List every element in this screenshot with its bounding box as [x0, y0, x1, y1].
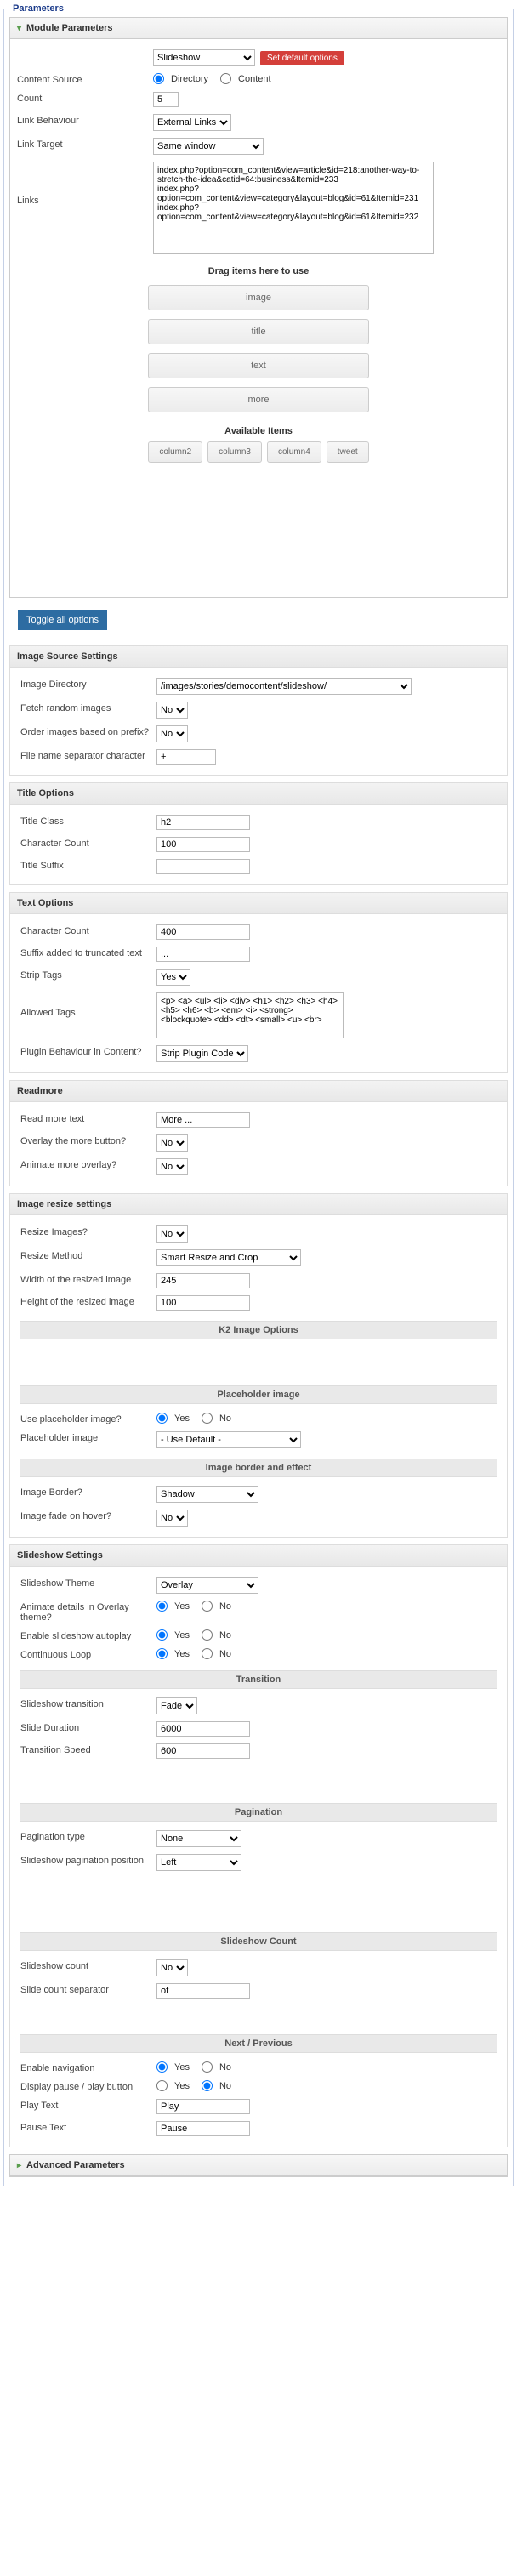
readmore-text-input[interactable]: [156, 1112, 250, 1128]
resize-height-input[interactable]: [156, 1295, 250, 1311]
plugin-behaviour-select[interactable]: Strip Plugin Code: [156, 1045, 248, 1062]
collapse-icon: ▾: [17, 24, 21, 33]
pagination-header: Pagination: [20, 1803, 497, 1822]
allowed-tags-textarea[interactable]: <p> <a> <ul> <li> <div> <h1> <h2> <h3> <…: [156, 992, 344, 1038]
avail-column4[interactable]: column4: [267, 441, 321, 463]
module-parameters-title: Module Parameters: [26, 23, 112, 33]
animate-overlay-yes-radio[interactable]: [156, 1601, 168, 1612]
slideshow-settings-header[interactable]: Slideshow Settings: [10, 1545, 507, 1567]
slideshow-settings-panel: Slideshow Settings Slideshow ThemeOverla…: [9, 1544, 508, 2147]
autoplay-yes-radio[interactable]: [156, 1629, 168, 1641]
link-target-select[interactable]: Same window: [153, 138, 264, 155]
text-char-input[interactable]: [156, 924, 250, 940]
avail-tweet[interactable]: tweet: [327, 441, 369, 463]
text-suffix-input[interactable]: [156, 947, 250, 962]
module-type-select[interactable]: Slideshow: [153, 49, 255, 66]
loop-no-radio[interactable]: [202, 1648, 213, 1659]
advanced-parameters-panel: ▸ Advanced Parameters: [9, 2154, 508, 2177]
pp-yes-radio[interactable]: [156, 2080, 168, 2091]
strip-tags-select[interactable]: Yes: [156, 969, 190, 986]
text-options-header[interactable]: Text Options: [10, 893, 507, 914]
content-source-content-radio[interactable]: [220, 73, 231, 84]
placeholder-image-select[interactable]: - Use Default -: [156, 1431, 301, 1448]
drag-slot-title[interactable]: title: [148, 319, 369, 344]
loop-yes-radio[interactable]: [156, 1648, 168, 1659]
next-prev-header: Next / Previous: [20, 2034, 497, 2053]
pagination-position-select[interactable]: Left: [156, 1854, 241, 1871]
module-parameters-header[interactable]: ▾ Module Parameters: [10, 18, 507, 39]
set-default-options-button[interactable]: Set default options: [260, 51, 344, 65]
content-source-label: Content Source: [17, 73, 153, 85]
nav-no-radio[interactable]: [202, 2061, 213, 2073]
pause-text-input[interactable]: [156, 2121, 250, 2136]
count-label: Count: [17, 92, 153, 104]
image-source-settings-panel: Image Source Settings Image Directory/im…: [9, 645, 508, 776]
title-char-input[interactable]: [156, 837, 250, 852]
image-resize-header[interactable]: Image resize settings: [10, 1194, 507, 1215]
title-suffix-input[interactable]: [156, 859, 250, 874]
readmore-panel: Readmore Read more text Overlay the more…: [9, 1080, 508, 1186]
pp-no-radio[interactable]: [202, 2080, 213, 2091]
autoplay-no-radio[interactable]: [202, 1629, 213, 1641]
border-effect-header: Image border and effect: [20, 1459, 497, 1477]
nav-yes-radio[interactable]: [156, 2061, 168, 2073]
order-prefix-select[interactable]: No: [156, 725, 188, 742]
image-resize-panel: Image resize settings Resize Images?No R…: [9, 1193, 508, 1538]
drag-slot-image[interactable]: image: [148, 285, 369, 310]
advanced-parameters-title: Advanced Parameters: [26, 2160, 125, 2170]
transition-header: Transition: [20, 1670, 497, 1689]
readmore-header[interactable]: Readmore: [10, 1081, 507, 1102]
link-behaviour-label: Link Behaviour: [17, 114, 153, 126]
link-target-label: Link Target: [17, 138, 153, 150]
text-options-panel: Text Options Character Count Suffix adde…: [9, 892, 508, 1073]
parameters-fieldset: Parameters ▾ Module Parameters Slideshow…: [3, 3, 514, 2186]
count-input[interactable]: [153, 92, 179, 107]
readmore-overlay-select[interactable]: No: [156, 1134, 188, 1152]
slideshow-count-header: Slideshow Count: [20, 1932, 497, 1951]
readmore-animate-select[interactable]: No: [156, 1158, 188, 1175]
drag-title: Drag items here to use: [26, 266, 491, 276]
toggle-all-options-button[interactable]: Toggle all options: [18, 610, 107, 630]
pagination-type-select[interactable]: None: [156, 1830, 241, 1847]
links-textarea[interactable]: index.php?option=com_content&view=articl…: [153, 162, 434, 254]
title-options-panel: Title Options Title Class Character Coun…: [9, 782, 508, 885]
placeholder-image-header: Placeholder image: [20, 1385, 497, 1404]
image-border-select[interactable]: Shadow: [156, 1486, 258, 1503]
title-options-header[interactable]: Title Options: [10, 783, 507, 805]
use-placeholder-no-radio[interactable]: [202, 1413, 213, 1424]
k2-options-header: K2 Image Options: [20, 1321, 497, 1339]
resize-method-select[interactable]: Smart Resize and Crop: [156, 1249, 301, 1266]
avail-column3[interactable]: column3: [207, 441, 262, 463]
image-directory-select[interactable]: /images/stories/democontent/slideshow/: [156, 678, 412, 695]
avail-column2[interactable]: column2: [148, 441, 202, 463]
slideshow-count-select[interactable]: No: [156, 1959, 188, 1976]
transition-speed-input[interactable]: [156, 1743, 250, 1759]
drag-slot-text[interactable]: text: [148, 353, 369, 378]
content-source-directory-radio[interactable]: [153, 73, 164, 84]
advanced-parameters-header[interactable]: ▸ Advanced Parameters: [10, 2155, 507, 2176]
animate-overlay-no-radio[interactable]: [202, 1601, 213, 1612]
expand-icon: ▸: [17, 2161, 21, 2170]
filename-sep-input[interactable]: [156, 749, 216, 765]
parameters-legend: Parameters: [9, 3, 67, 14]
slideshow-theme-select[interactable]: Overlay: [156, 1577, 258, 1594]
link-behaviour-select[interactable]: External Links: [153, 114, 231, 131]
resize-images-select[interactable]: No: [156, 1225, 188, 1243]
image-fade-select[interactable]: No: [156, 1510, 188, 1527]
play-text-input[interactable]: [156, 2099, 250, 2114]
drag-slot-more[interactable]: more: [148, 387, 369, 412]
fetch-random-select[interactable]: No: [156, 702, 188, 719]
image-source-settings-header[interactable]: Image Source Settings: [10, 646, 507, 668]
avail-title: Available Items: [26, 426, 491, 436]
module-parameters-panel: ▾ Module Parameters Slideshow Set defaul…: [9, 17, 508, 598]
slide-duration-input[interactable]: [156, 1721, 250, 1737]
slide-count-sep-input[interactable]: [156, 1983, 250, 1999]
transition-select[interactable]: Fade: [156, 1697, 197, 1714]
links-label: Links: [17, 162, 153, 206]
drag-area: Drag items here to use image title text …: [17, 258, 500, 471]
title-class-input[interactable]: [156, 815, 250, 830]
use-placeholder-yes-radio[interactable]: [156, 1413, 168, 1424]
resize-width-input[interactable]: [156, 1273, 250, 1288]
